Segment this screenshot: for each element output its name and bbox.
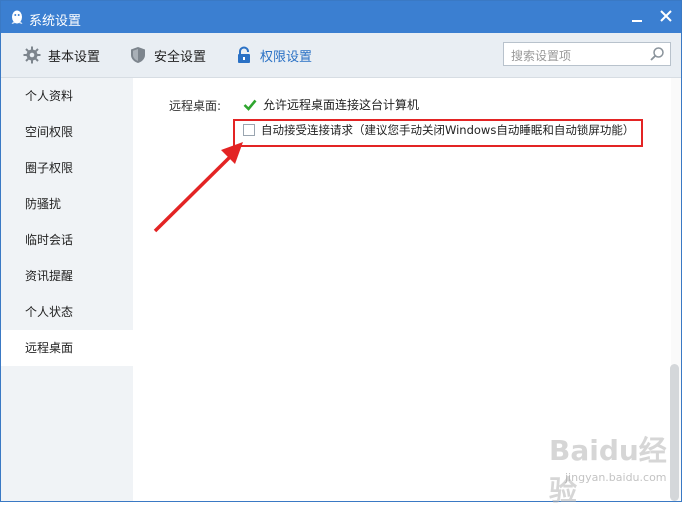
window-title: 系统设置	[29, 14, 82, 29]
main-panel: 远程桌面: 允许远程桌面连接这台计算机 自动接受连接请求（建议您手动关闭Wind…	[133, 78, 681, 501]
search-input[interactable]: 搜索设置项	[503, 42, 671, 66]
sidebar-item-profile[interactable]: 个人资料	[1, 78, 133, 114]
tab-label: 安全设置	[154, 49, 207, 65]
sidebar-item-remote-desktop[interactable]: 远程桌面	[1, 330, 133, 366]
sidebar-item-anti-harassment[interactable]: 防骚扰	[1, 186, 133, 222]
tab-bar: 基本设置 安全设置 权限设置 搜索设置项	[1, 33, 681, 78]
tab-permission-settings[interactable]: 权限设置	[235, 33, 312, 77]
scrollbar-thumb[interactable]	[670, 364, 679, 501]
sidebar-item-news-alert[interactable]: 资讯提醒	[1, 258, 133, 294]
close-button[interactable]	[657, 7, 675, 25]
sidebar-item-temp-chat[interactable]: 临时会话	[1, 222, 133, 258]
tab-basic-settings[interactable]: 基本设置	[23, 33, 100, 77]
sidebar: 个人资料 空间权限 圈子权限 防骚扰 临时会话 资讯提醒 个人状态 远程桌面	[1, 78, 133, 501]
shield-icon	[131, 47, 145, 63]
auto-accept-checkbox[interactable]	[243, 124, 255, 136]
lock-icon	[238, 46, 250, 63]
sidebar-item-space-permission[interactable]: 空间权限	[1, 114, 133, 150]
sidebar-item-circle-permission[interactable]: 圈子权限	[1, 150, 133, 186]
search-placeholder: 搜索设置项	[511, 49, 572, 63]
allow-remote-label: 允许远程桌面连接这台计算机	[263, 98, 420, 112]
tab-label: 基本设置	[48, 49, 101, 65]
sidebar-item-personal-status[interactable]: 个人状态	[1, 294, 133, 330]
penguin-icon	[11, 10, 23, 24]
minimize-button[interactable]	[629, 9, 645, 25]
remote-desktop-label: 远程桌面:	[169, 99, 222, 113]
auto-accept-label: 自动接受连接请求（建议您手动关闭Windows自动睡眠和自动锁屏功能）	[261, 123, 635, 137]
allow-remote-option[interactable]: 允许远程桌面连接这台计算机	[243, 96, 419, 113]
search-icon[interactable]	[649, 46, 665, 62]
gear-icon	[23, 46, 41, 64]
allow-remote-checkbox[interactable]	[243, 98, 257, 112]
settings-window: 系统设置 基本设置 安全设置 权限设置 搜索设置项 个人资料 空间权限 圈子权限…	[0, 0, 682, 507]
close-icon	[660, 10, 672, 22]
auto-accept-option[interactable]: 自动接受连接请求（建议您手动关闭Windows自动睡眠和自动锁屏功能）	[243, 122, 634, 138]
tab-security-settings[interactable]: 安全设置	[129, 33, 206, 77]
title-bar: 系统设置	[1, 1, 681, 33]
tab-label: 权限设置	[260, 49, 313, 65]
